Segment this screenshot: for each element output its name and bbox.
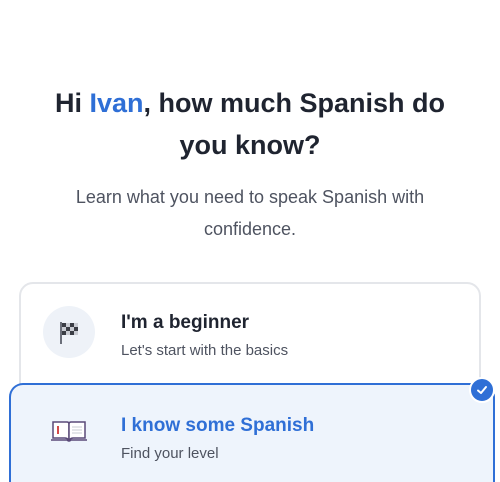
checkmark-icon — [469, 377, 495, 403]
title-greeting: Hi — [54, 88, 90, 118]
option-subtitle: Find your level — [121, 445, 219, 462]
open-book-icon — [43, 405, 95, 457]
page-subtitle: Learn what you need to speak Spanish wit… — [75, 187, 425, 239]
user-name: Ivan — [89, 88, 144, 118]
title-line2: you know? — [179, 130, 321, 160]
page-title: Hi Ivan, how much Spanish do you know? — [0, 82, 500, 166]
option-title: I'm a beginner — [121, 312, 250, 333]
option-title: I know some Spanish — [121, 415, 315, 436]
title-line1-rest: , how much Spanish do — [143, 88, 446, 118]
option-subtitle: Let's start with the basics — [121, 342, 289, 359]
checkered-flag-icon — [43, 306, 95, 358]
option-know-some[interactable]: I know some Spanish Find your level — [9, 377, 495, 482]
